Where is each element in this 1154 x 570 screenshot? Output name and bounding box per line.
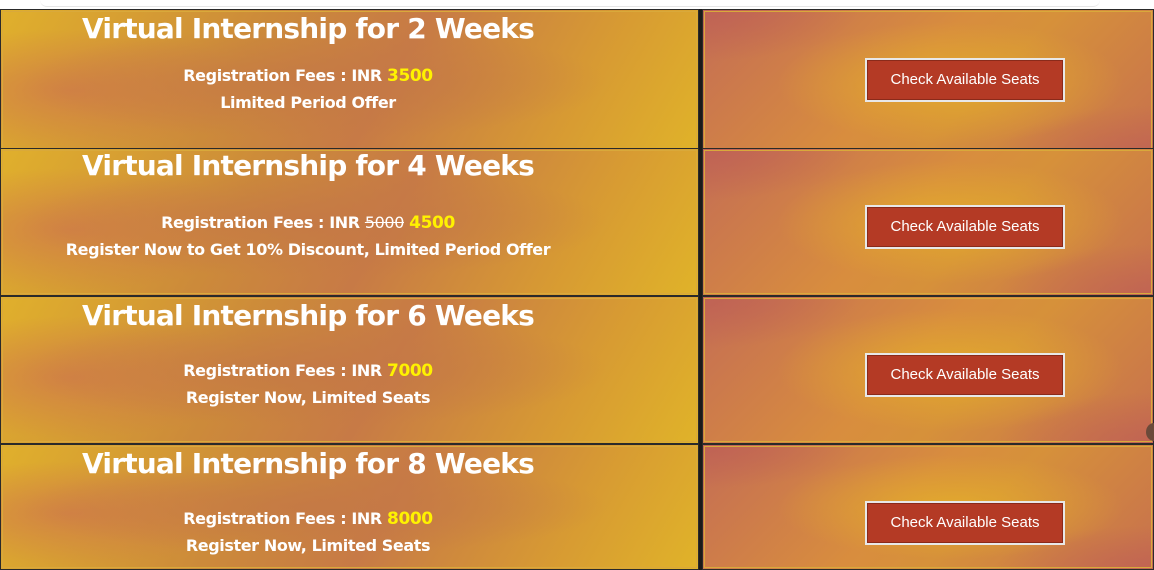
check-available-seats-button[interactable]: Check Available Seats bbox=[865, 205, 1065, 249]
plan-note: Register Now, Limited Seats bbox=[185, 388, 431, 407]
plan-note: Register Now, Limited Seats bbox=[185, 536, 431, 555]
fee-price: 7000 bbox=[387, 361, 433, 381]
top-bar-edge bbox=[40, 0, 1100, 7]
fee-label: Registration Fees : INR bbox=[183, 66, 388, 85]
plan-info-cell: Virtual Internship for 2 Weeks Registrat… bbox=[0, 9, 699, 157]
fee-old-price: 5000 bbox=[364, 213, 405, 232]
plan-fee: Registration Fees : INR 8000 bbox=[1, 509, 615, 529]
check-available-seats-button[interactable]: Check Available Seats bbox=[865, 501, 1065, 545]
fee-price: 3500 bbox=[387, 66, 433, 86]
fee-price: 8000 bbox=[387, 509, 433, 529]
plan-title: Virtual Internship for 4 Weeks bbox=[82, 149, 535, 182]
pricing-row-6-weeks: Virtual Internship for 6 Weeks Registrat… bbox=[0, 296, 1154, 444]
fee-label: Registration Fees : INR bbox=[183, 509, 388, 528]
pricing-table: Virtual Internship for 2 Weeks Registrat… bbox=[0, 9, 1154, 570]
plan-action-cell: Check Available Seats bbox=[702, 9, 1154, 157]
plan-action-cell: Check Available Seats bbox=[702, 296, 1154, 444]
plan-note: Limited Period Offer bbox=[220, 93, 396, 112]
fee-label: Registration Fees : INR bbox=[183, 361, 388, 380]
plan-fee: Registration Fees : INR 5000 4500 bbox=[1, 213, 615, 233]
plan-title: Virtual Internship for 6 Weeks bbox=[82, 299, 535, 332]
pricing-row-8-weeks: Virtual Internship for 8 Weeks Registrat… bbox=[0, 444, 1154, 570]
plan-title: Virtual Internship for 2 Weeks bbox=[82, 12, 535, 45]
plan-fee: Registration Fees : INR 7000 bbox=[1, 361, 615, 381]
plan-info-cell: Virtual Internship for 8 Weeks Registrat… bbox=[0, 444, 699, 570]
fee-label: Registration Fees : INR bbox=[161, 213, 365, 232]
check-available-seats-button[interactable]: Check Available Seats bbox=[865, 353, 1065, 397]
check-available-seats-button[interactable]: Check Available Seats bbox=[865, 58, 1065, 102]
plan-info-cell: Virtual Internship for 4 Weeks Registrat… bbox=[0, 148, 699, 296]
plan-action-cell: Check Available Seats bbox=[702, 148, 1154, 296]
plan-title: Virtual Internship for 8 Weeks bbox=[82, 447, 535, 480]
plan-action-cell: Check Available Seats bbox=[702, 444, 1154, 570]
pricing-row-2-weeks: Virtual Internship for 2 Weeks Registrat… bbox=[0, 9, 1154, 157]
plan-info-cell: Virtual Internship for 6 Weeks Registrat… bbox=[0, 296, 699, 444]
plan-note: Register Now to Get 10% Discount, Limite… bbox=[65, 240, 551, 259]
fee-price: 4500 bbox=[409, 213, 455, 233]
plan-fee: Registration Fees : INR 3500 bbox=[1, 66, 615, 86]
pricing-row-4-weeks: Virtual Internship for 4 Weeks Registrat… bbox=[0, 148, 1154, 296]
top-bar bbox=[0, 0, 1154, 9]
